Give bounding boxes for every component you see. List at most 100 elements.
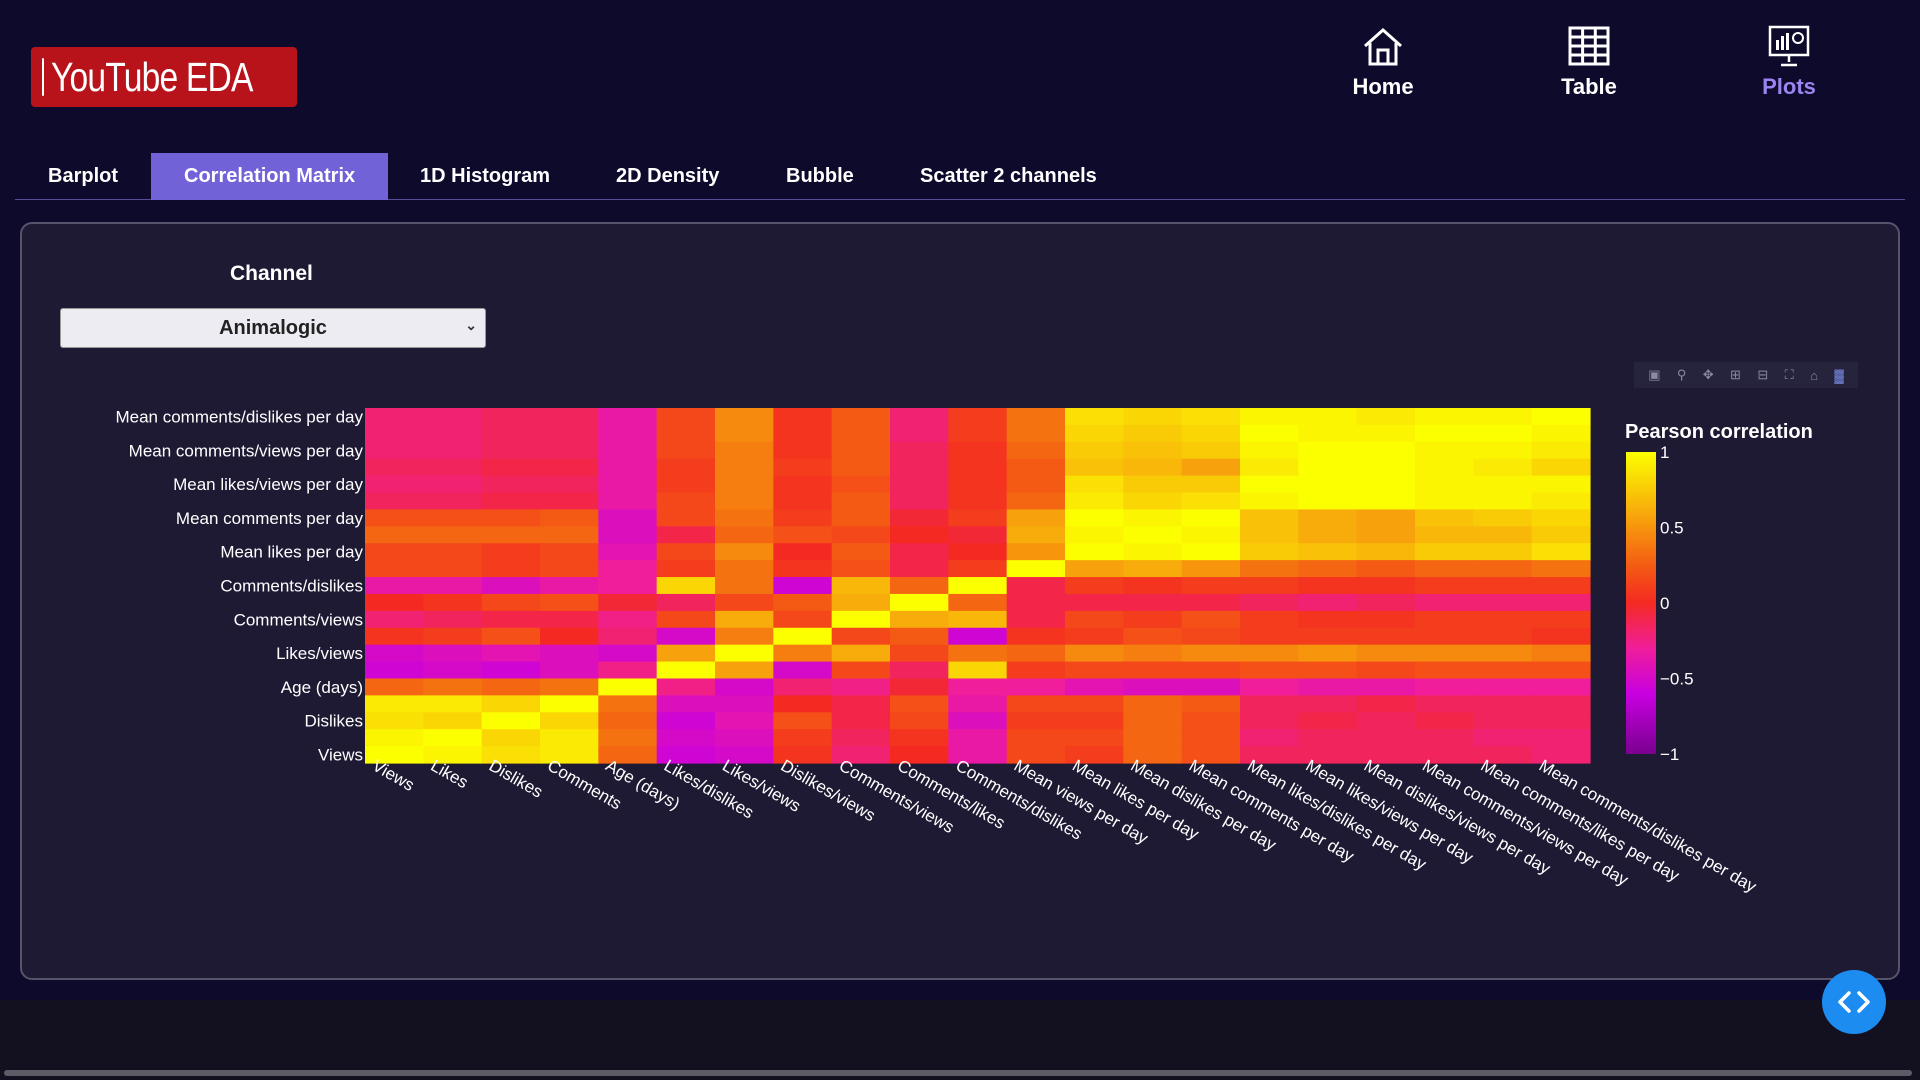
heatmap-cell[interactable] — [656, 695, 716, 713]
heatmap-cell[interactable] — [423, 746, 483, 764]
code-toggle-button[interactable] — [1822, 970, 1886, 1034]
heatmap-cell[interactable] — [481, 408, 541, 426]
heatmap-cell[interactable] — [773, 678, 833, 696]
heatmap-cell[interactable] — [1415, 526, 1474, 544]
heatmap-cell[interactable] — [1298, 560, 1358, 578]
heatmap-cell[interactable] — [1006, 526, 1066, 544]
heatmap-cell[interactable] — [948, 543, 1008, 561]
heatmap-cell[interactable] — [1181, 729, 1241, 747]
heatmap-cell[interactable] — [598, 610, 658, 629]
heatmap-cell[interactable] — [773, 475, 833, 494]
heatmap-cell[interactable] — [481, 526, 541, 544]
heatmap-cell[interactable] — [656, 492, 716, 511]
heatmap-cell[interactable] — [656, 678, 716, 696]
heatmap-cell[interactable] — [540, 509, 599, 527]
heatmap-cell[interactable] — [1473, 408, 1533, 426]
heatmap-cell[interactable] — [1006, 644, 1066, 663]
heatmap-cell[interactable] — [1415, 746, 1474, 764]
heatmap-cell[interactable] — [1473, 543, 1533, 561]
heatmap-cell[interactable] — [1240, 661, 1299, 680]
heatmap-cell[interactable] — [831, 644, 891, 663]
heatmap-cell[interactable] — [1356, 644, 1416, 663]
heatmap-cell[interactable] — [1065, 543, 1124, 561]
heatmap-cell[interactable] — [773, 661, 833, 680]
heatmap-cell[interactable] — [715, 610, 774, 629]
heatmap-cell[interactable] — [656, 593, 716, 612]
heatmap-cell[interactable] — [1181, 610, 1241, 629]
heatmap-cell[interactable] — [481, 458, 541, 477]
heatmap-cell[interactable] — [1006, 661, 1066, 680]
heatmap-cell[interactable] — [1181, 712, 1241, 730]
heatmap-cell[interactable] — [1123, 678, 1183, 696]
heatmap-cell[interactable] — [890, 408, 949, 426]
heatmap-cell[interactable] — [598, 475, 658, 494]
heatmap-cell[interactable] — [890, 678, 949, 696]
heatmap-cell[interactable] — [831, 408, 891, 426]
heatmap-cell[interactable] — [1473, 492, 1533, 511]
heatmap-cell[interactable] — [598, 543, 658, 561]
heatmap-cell[interactable] — [365, 441, 424, 460]
heatmap-cell[interactable] — [1356, 577, 1416, 595]
heatmap-cell[interactable] — [890, 509, 949, 527]
heatmap-cell[interactable] — [656, 526, 716, 544]
heatmap-cell[interactable] — [715, 593, 774, 612]
heatmap-cell[interactable] — [1240, 408, 1299, 426]
heatmap-cell[interactable] — [1181, 492, 1241, 511]
heatmap-cell[interactable] — [831, 729, 891, 747]
heatmap-cell[interactable] — [890, 424, 949, 443]
heatmap-cell[interactable] — [1181, 593, 1241, 612]
heatmap-cell[interactable] — [1473, 526, 1533, 544]
heatmap-cell[interactable] — [365, 729, 424, 747]
heatmap-cell[interactable] — [365, 424, 424, 443]
heatmap-cell[interactable] — [1065, 627, 1124, 646]
heatmap-cell[interactable] — [1065, 678, 1124, 696]
heatmap-cell[interactable] — [1531, 729, 1591, 747]
heatmap-cell[interactable] — [1240, 712, 1299, 730]
heatmap-cell[interactable] — [540, 560, 599, 578]
heatmap-cell[interactable] — [1006, 746, 1066, 764]
heatmap-cell[interactable] — [715, 661, 774, 680]
heatmap-cell[interactable] — [481, 577, 541, 595]
heatmap-cell[interactable] — [1065, 475, 1124, 494]
heatmap-cell[interactable] — [831, 560, 891, 578]
heatmap-cell[interactable] — [1298, 408, 1358, 426]
heatmap-cell[interactable] — [481, 746, 541, 764]
heatmap-cell[interactable] — [1240, 475, 1299, 494]
heatmap-cell[interactable] — [773, 593, 833, 612]
heatmap-cell[interactable] — [1065, 610, 1124, 629]
heatmap-cell[interactable] — [1065, 458, 1124, 477]
heatmap-cell[interactable] — [948, 627, 1008, 646]
heatmap-cell[interactable] — [773, 424, 833, 443]
heatmap-cell[interactable] — [540, 577, 599, 595]
heatmap-cell[interactable] — [540, 526, 599, 544]
heatmap-cell[interactable] — [365, 610, 424, 629]
heatmap-cell[interactable] — [1415, 661, 1474, 680]
heatmap-cell[interactable] — [1181, 661, 1241, 680]
heatmap-cell[interactable] — [1298, 678, 1358, 696]
heatmap-cell[interactable] — [1531, 593, 1591, 612]
heatmap-cell[interactable] — [1298, 593, 1358, 612]
heatmap-cell[interactable] — [1240, 441, 1299, 460]
heatmap-cell[interactable] — [598, 577, 658, 595]
heatmap-cell[interactable] — [890, 661, 949, 680]
heatmap-cell[interactable] — [1298, 424, 1358, 443]
heatmap-cell[interactable] — [948, 644, 1008, 663]
heatmap-cell[interactable] — [540, 746, 599, 764]
heatmap-cell[interactable] — [890, 577, 949, 595]
heatmap-cell[interactable] — [1356, 610, 1416, 629]
heatmap-cell[interactable] — [1415, 644, 1474, 663]
heatmap-cell[interactable] — [715, 729, 774, 747]
heatmap-cell[interactable] — [1415, 475, 1474, 494]
heatmap-cell[interactable] — [1531, 424, 1591, 443]
heatmap-cell[interactable] — [715, 408, 774, 426]
heatmap-cell[interactable] — [598, 593, 658, 612]
heatmap-cell[interactable] — [598, 678, 658, 696]
heatmap-cell[interactable] — [1181, 458, 1241, 477]
heatmap-cell[interactable] — [1181, 526, 1241, 544]
heatmap-cell[interactable] — [1531, 543, 1591, 561]
heatmap-cell[interactable] — [948, 695, 1008, 713]
heatmap-cell[interactable] — [365, 678, 424, 696]
heatmap-cell[interactable] — [1531, 458, 1591, 477]
heatmap-cell[interactable] — [481, 560, 541, 578]
heatmap-cell[interactable] — [598, 408, 658, 426]
